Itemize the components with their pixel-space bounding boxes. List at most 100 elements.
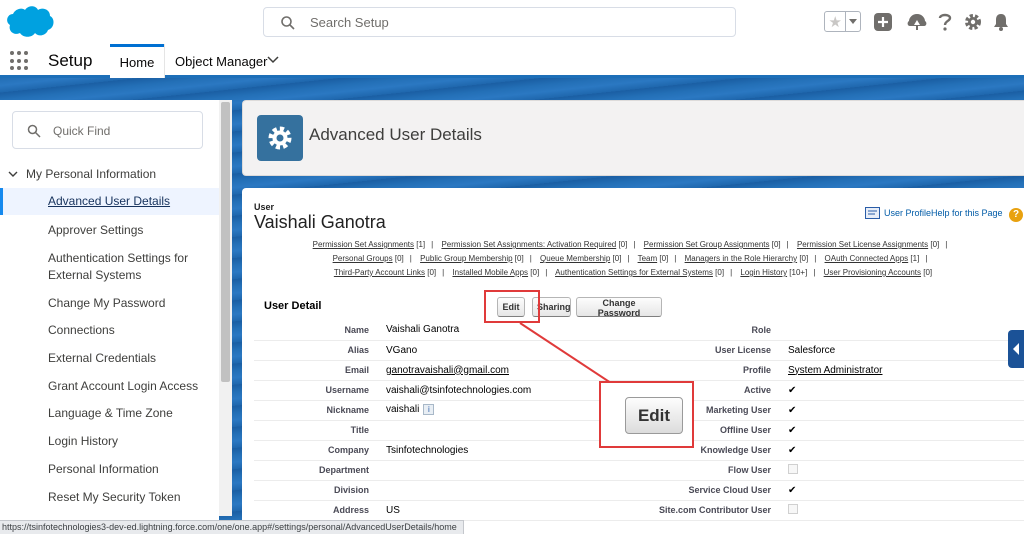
link-team[interactable]: Team: [638, 254, 658, 263]
field-label: Site.com Contributor User: [631, 500, 787, 521]
app-launcher-icon[interactable]: [10, 51, 30, 71]
user-detail-page: User Vaishali Ganotra User ProfileHelp f…: [242, 188, 1024, 534]
field-label: Name: [254, 320, 385, 341]
field-label: Company: [254, 440, 385, 461]
chevron-down-icon[interactable]: [8, 171, 18, 178]
table-row: Division Service Cloud User ✔: [254, 480, 1024, 501]
change-password-button[interactable]: Change Password: [576, 297, 662, 318]
tab-object-manager[interactable]: Object Manager: [164, 44, 292, 78]
context-bar: Setup Home Object Manager: [0, 44, 1024, 78]
quick-find-input[interactable]: [53, 123, 193, 139]
global-search[interactable]: [263, 7, 736, 37]
related-list-links: Permission Set Assignments [1] | Permissi…: [242, 238, 1024, 280]
link-installed-mobile-apps[interactable]: Installed Mobile Apps: [452, 268, 528, 277]
link-authentication-settings-external[interactable]: Authentication Settings for External Sys…: [555, 268, 713, 277]
page-title: Advanced User Details: [309, 125, 482, 144]
link-permission-set-assignments[interactable]: Permission Set Assignments: [313, 240, 414, 249]
section-label: My Personal Information: [26, 167, 157, 181]
info-icon[interactable]: i: [423, 404, 435, 416]
edit-button-zoomed[interactable]: Edit: [625, 397, 683, 434]
chevron-down-icon[interactable]: [845, 12, 860, 31]
edit-highlight-box: [484, 290, 540, 323]
field-value: vaishali@tsinfotechnologies.com: [385, 380, 631, 401]
section-my-personal-information[interactable]: My Personal Information: [8, 167, 156, 181]
tab-home[interactable]: Home: [110, 44, 164, 78]
sidebar-item-login-history[interactable]: Login History: [0, 433, 219, 450]
add-icon[interactable]: [872, 11, 894, 33]
email-field-value: ganotravaishali@gmail.com: [385, 360, 631, 381]
collapse-panel-tab[interactable]: [1008, 330, 1024, 368]
field-label: Flow User: [631, 460, 787, 481]
settings-gear-icon: [257, 115, 303, 161]
user-detail-section-title: User Detail: [264, 300, 322, 312]
sidebar-item-change-my-password[interactable]: Change My Password: [0, 295, 219, 312]
edit-zoom-callout: Edit: [599, 381, 694, 448]
table-row: Department Flow User: [254, 460, 1024, 481]
search-icon: [27, 124, 41, 138]
quick-find[interactable]: [12, 111, 203, 149]
status-bar-url: https://tsinfotechnologies3-dev-ed.light…: [0, 520, 464, 534]
sidebar-item-personal-information[interactable]: Personal Information: [0, 461, 219, 478]
page-header: Advanced User Details: [242, 100, 1024, 176]
tab-object-manager-label: Object Manager: [175, 53, 268, 69]
sidebar-item-reset-my-security-token[interactable]: Reset My Security Token: [0, 489, 219, 506]
field-label: User License: [631, 340, 787, 361]
field-label: Division: [254, 480, 385, 501]
link-queue-membership[interactable]: Queue Membership: [540, 254, 610, 263]
nickname-field-value: vaishali i: [385, 400, 631, 421]
link-public-group-membership[interactable]: Public Group Membership: [420, 254, 512, 263]
link-permission-set-group-assignments[interactable]: Permission Set Group Assignments: [644, 240, 770, 249]
checked-icon: ✔: [787, 480, 1024, 501]
sidebar-item-connections[interactable]: Connections: [0, 322, 219, 339]
favorites-group[interactable]: ★: [824, 11, 861, 32]
link-personal-groups[interactable]: Personal Groups: [333, 254, 393, 263]
search-input[interactable]: [310, 13, 710, 31]
related-links-row: Permission Set Assignments [1] | Permissi…: [312, 240, 948, 249]
field-label: Profile: [631, 360, 787, 381]
link-login-history[interactable]: Login History: [740, 268, 787, 277]
unchecked-icon: [788, 463, 798, 474]
video-help-icon: [865, 207, 880, 219]
unchecked-icon: [788, 503, 798, 514]
bell-icon[interactable]: [990, 11, 1012, 33]
field-label: Alias: [254, 340, 385, 361]
sidebar-item-advanced-user-details[interactable]: Advanced User Details: [0, 188, 219, 215]
field-label: Email: [254, 360, 385, 381]
sidebar-scrollbar[interactable]: [219, 100, 232, 516]
sidebar-item-external-credentials[interactable]: External Credentials: [0, 350, 219, 367]
link-oauth-connected-apps[interactable]: OAuth Connected Apps: [825, 254, 909, 263]
sidebar-item-language-time-zone[interactable]: Language & Time Zone: [0, 405, 219, 422]
link-permission-set-assignments-activation[interactable]: Permission Set Assignments: Activation R…: [441, 240, 616, 249]
search-icon: [281, 16, 295, 30]
trailhead-icon[interactable]: [906, 11, 928, 33]
field-value: Vaishali Ganotra: [385, 320, 631, 341]
field-value: Tsinfotechnologies: [385, 440, 631, 461]
unchecked-checkbox: [787, 500, 1024, 521]
star-icon[interactable]: ★: [825, 12, 845, 31]
salesforce-logo-icon[interactable]: [5, 4, 55, 40]
help-for-page-link[interactable]: User ProfileHelp for this Page: [865, 207, 1003, 219]
chevron-down-icon[interactable]: [267, 56, 279, 64]
email-link[interactable]: ganotravaishali@gmail.com: [386, 365, 509, 376]
profile-link[interactable]: System Administrator: [788, 365, 882, 376]
help-question-icon[interactable]: ?: [1009, 208, 1023, 222]
help-icon[interactable]: [934, 11, 956, 33]
table-row: Name Vaishali Ganotra Role: [254, 320, 1024, 341]
link-user-provisioning-accounts[interactable]: User Provisioning Accounts: [824, 268, 921, 277]
gear-icon[interactable]: [962, 11, 984, 33]
related-links-row: Third-Party Account Links [0] | Installed…: [333, 268, 933, 277]
sidebar-item-approver-settings[interactable]: Approver Settings: [0, 222, 219, 239]
setup-sidebar: My Personal Information Advanced User De…: [0, 100, 219, 534]
scrollbar-thumb[interactable]: [221, 102, 230, 382]
link-third-party-account-links[interactable]: Third-Party Account Links: [334, 268, 425, 277]
field-value: vaishali: [386, 404, 420, 416]
field-value: [787, 320, 1024, 341]
field-label: Role: [631, 320, 787, 341]
table-row: Email ganotravaishali@gmail.com Profile …: [254, 360, 1024, 381]
sidebar-item-grant-account-login-access[interactable]: Grant Account Login Access: [0, 378, 219, 395]
field-value: [385, 460, 631, 481]
chevron-left-icon[interactable]: [1012, 343, 1020, 355]
sidebar-item-authentication-settings[interactable]: Authentication Settings for External Sys…: [0, 250, 200, 284]
link-permission-set-license-assignments[interactable]: Permission Set License Assignments: [797, 240, 928, 249]
link-managers-in-role-hierarchy[interactable]: Managers in the Role Hierarchy: [685, 254, 798, 263]
